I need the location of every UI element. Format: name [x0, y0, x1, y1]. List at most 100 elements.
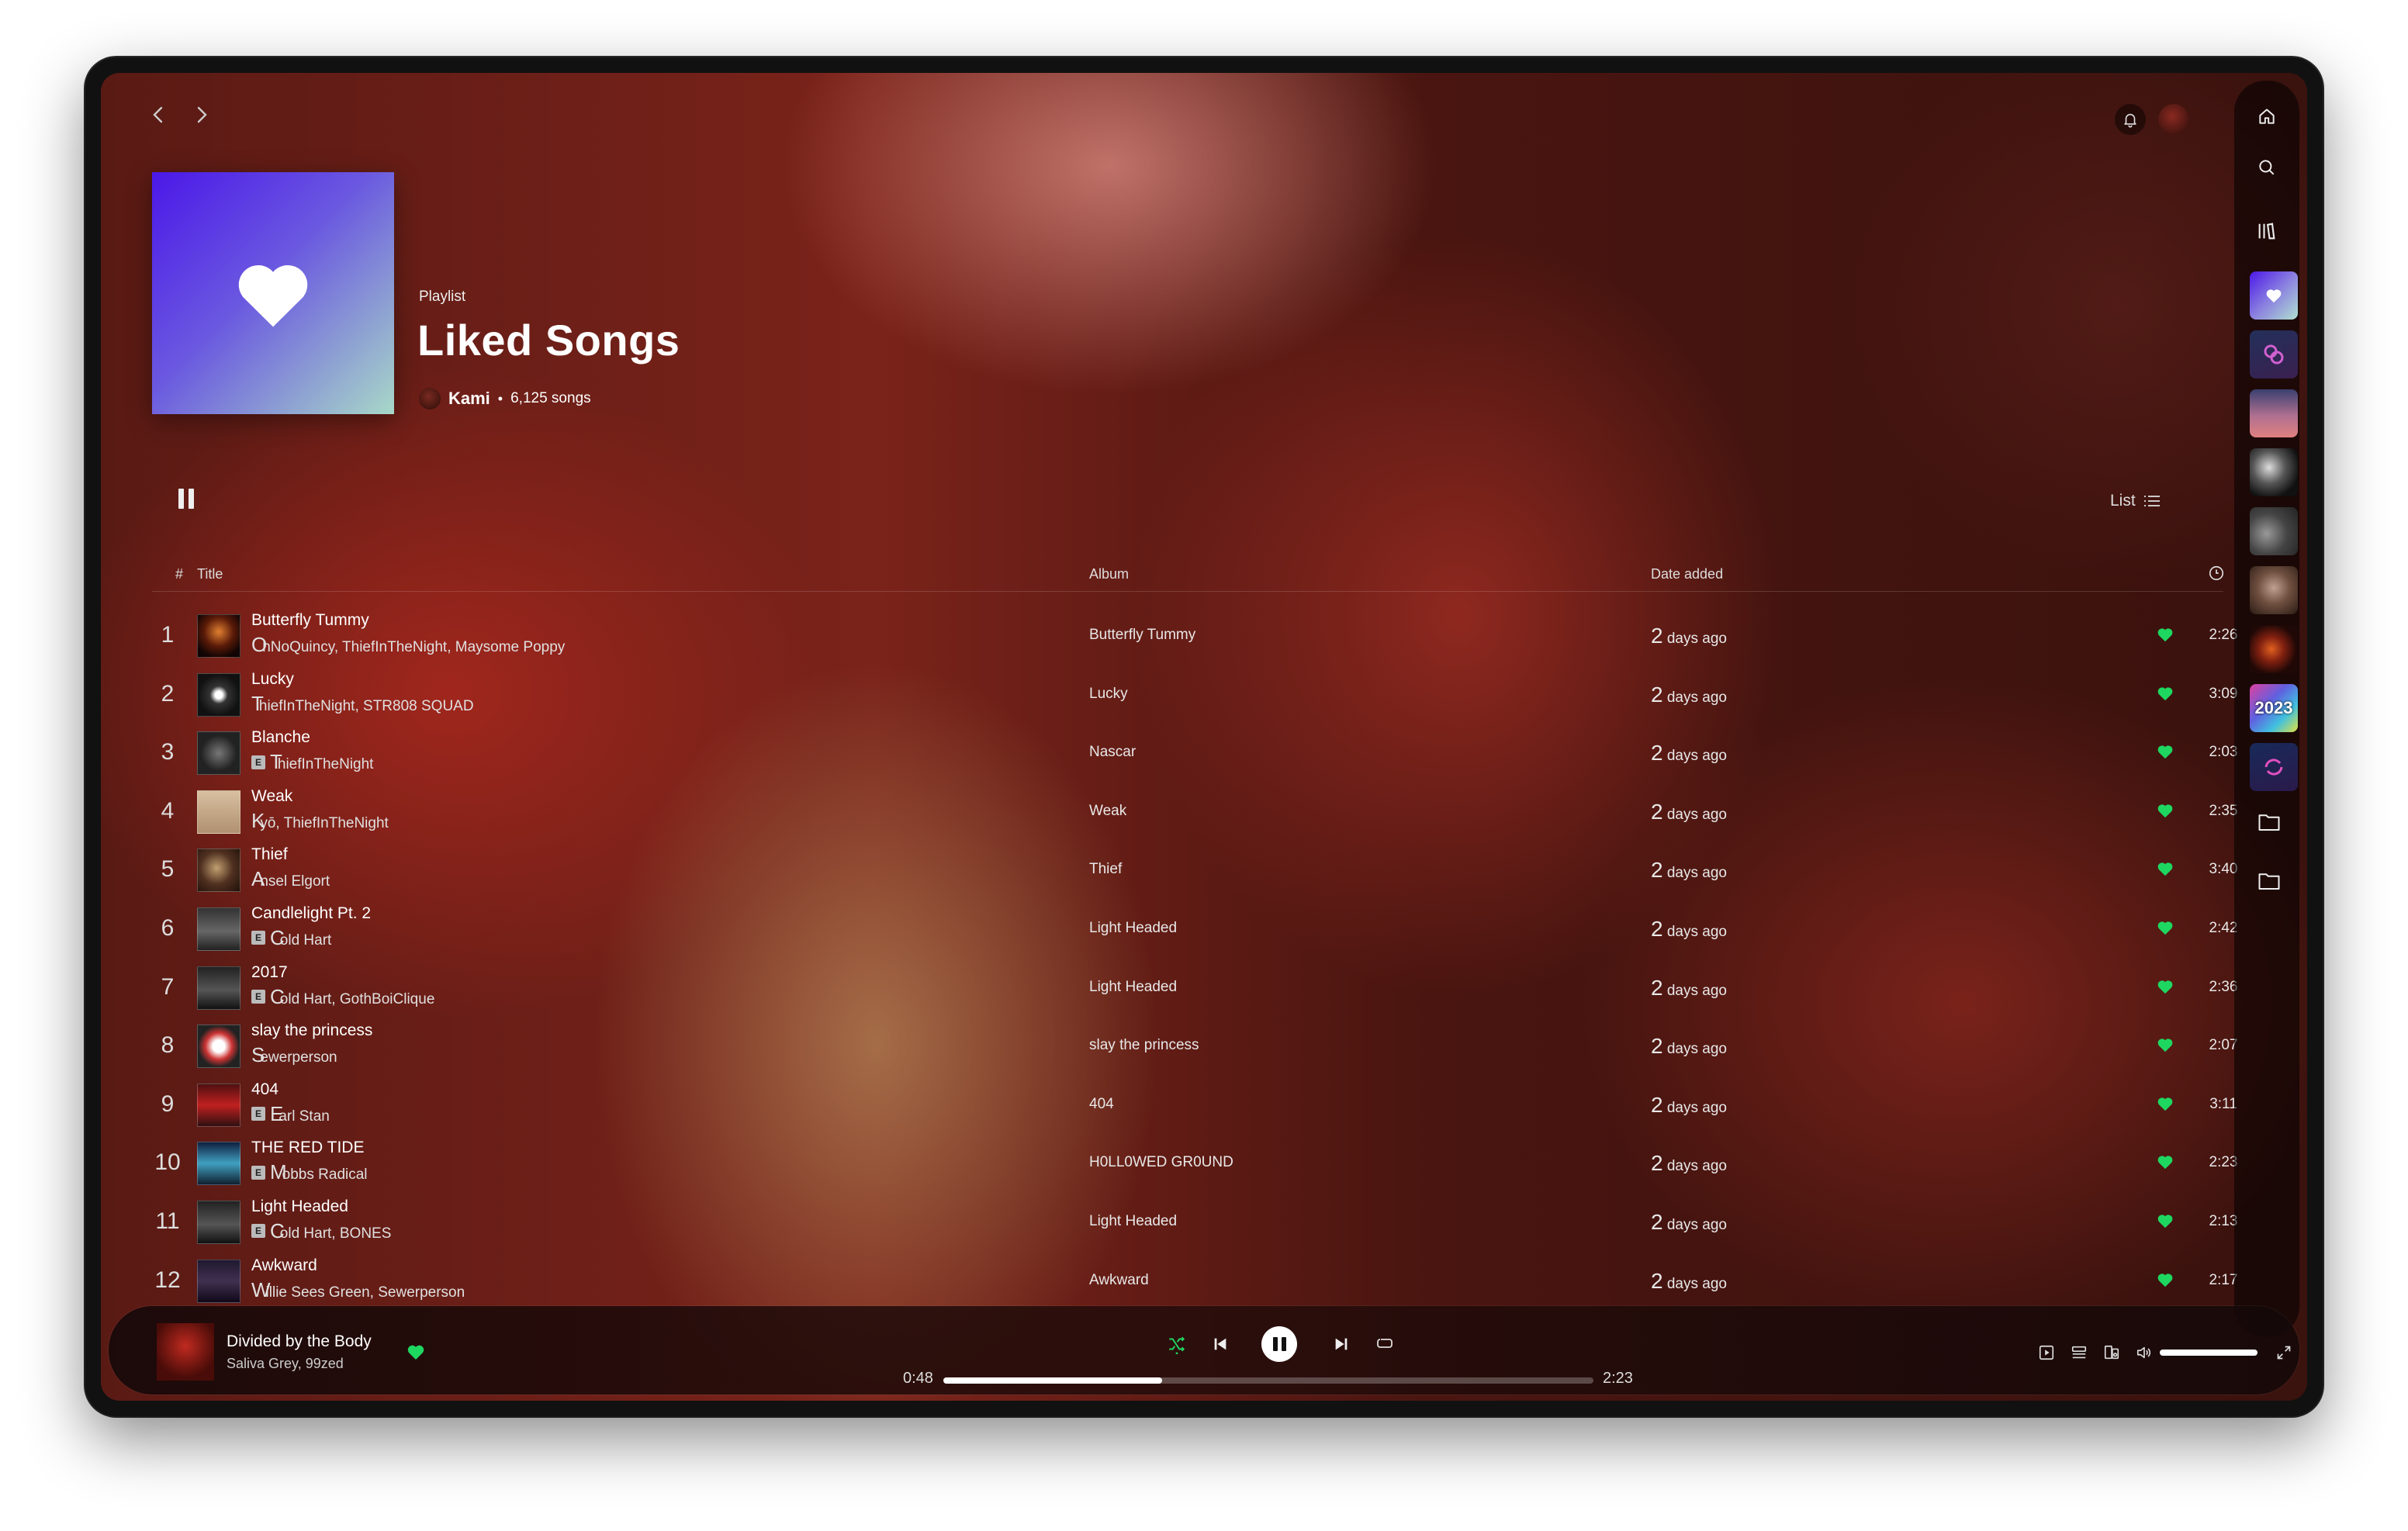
now-playing-cover[interactable] — [157, 1323, 214, 1381]
track-artists-text[interactable]: Ansel Elgort — [251, 867, 330, 891]
track-artists-text[interactable]: Sewerperson — [251, 1043, 337, 1067]
track-artists-text[interactable]: OhNoQuincy, ThiefInTheNight, Maysome Pop… — [251, 633, 565, 657]
track-album[interactable]: Thief — [1089, 861, 1122, 878]
shuffle-button[interactable] — [1164, 1331, 1190, 1357]
header-title[interactable]: Title — [197, 566, 223, 582]
forward-button[interactable] — [191, 104, 213, 126]
table-row[interactable]: 8 slay the princess Sewerperson slay the pr… — [152, 1017, 2237, 1076]
header-duration[interactable] — [2208, 565, 2225, 586]
track-album[interactable]: Light Headed — [1089, 979, 1177, 996]
track-artists-text[interactable]: Mobbs Radical — [270, 1160, 368, 1184]
queue-button[interactable] — [2068, 1342, 2090, 1363]
track-artists-text[interactable]: Kyō, ThiefInTheNight — [251, 809, 389, 833]
track-album[interactable]: Light Headed — [1089, 1213, 1177, 1230]
now-playing-artists[interactable]: Saliva Grey, 99zed — [227, 1356, 344, 1372]
track-artists-text[interactable]: Cold Hart, BONES — [270, 1219, 391, 1243]
track-album[interactable]: Awkward — [1089, 1272, 1149, 1289]
track-title[interactable]: 404 — [251, 1080, 279, 1099]
sidebar-liked-songs[interactable] — [2250, 271, 2298, 320]
table-row[interactable]: 5 Thief Ansel Elgort Thief 2 days ago 3:40 — [152, 841, 2237, 900]
track-album[interactable]: Light Headed — [1089, 920, 1177, 937]
track-title[interactable]: slay the princess — [251, 1021, 372, 1040]
sidebar-playlist-4[interactable] — [2250, 507, 2298, 555]
table-row[interactable]: 12 Awkward Willie Sees Green, Sewerperson A… — [152, 1252, 2237, 1311]
sidebar-playlist-3[interactable] — [2250, 448, 2298, 496]
sidebar-playlist-5[interactable] — [2250, 566, 2298, 614]
sidebar-folder-1[interactable] — [2255, 808, 2283, 836]
sidebar-playlist-repeat-rewind[interactable] — [2250, 743, 2298, 791]
sidebar-playlist-on-repeat[interactable] — [2250, 330, 2298, 378]
track-album[interactable]: Weak — [1089, 803, 1126, 820]
liked-heart-button[interactable] — [2157, 803, 2174, 818]
liked-heart-button[interactable] — [2157, 686, 2174, 701]
liked-heart-button[interactable] — [2157, 1272, 2174, 1287]
track-album[interactable]: Nascar — [1089, 744, 1136, 761]
table-row[interactable]: 7 2017 E Cold Hart, GothBoiClique Light Head… — [152, 959, 2237, 1018]
now-playing-title[interactable]: Divided by the Body — [227, 1332, 372, 1351]
table-row[interactable]: 2 Lucky ThiefInTheNight, STR808 SQUAD Lucky… — [152, 665, 2237, 724]
liked-heart-button[interactable] — [2157, 920, 2174, 935]
liked-heart-button[interactable] — [2157, 1096, 2174, 1111]
track-title[interactable]: Weak — [251, 787, 292, 806]
track-title[interactable]: Lucky — [251, 670, 294, 689]
fullscreen-button[interactable] — [2273, 1342, 2295, 1363]
progress-bar[interactable] — [943, 1377, 1593, 1384]
sidebar-playlist-6[interactable] — [2250, 625, 2298, 673]
profile-button[interactable] — [2158, 104, 2189, 135]
connect-device-button[interactable] — [2101, 1342, 2123, 1363]
previous-button[interactable] — [1207, 1331, 1233, 1357]
back-button[interactable] — [147, 104, 169, 126]
track-artists-text[interactable]: Willie Sees Green, Sewerperson — [251, 1278, 465, 1302]
track-album[interactable]: Lucky — [1089, 686, 1128, 703]
table-row[interactable]: 11 Light Headed E Cold Hart, BONES Light Hea… — [152, 1193, 2237, 1252]
mute-button[interactable] — [2133, 1342, 2155, 1363]
table-row[interactable]: 1 Butterfly Tummy OhNoQuincy, ThiefInTheNi… — [152, 607, 2237, 665]
track-artists-text[interactable]: Cold Hart, GothBoiClique — [270, 985, 434, 1009]
track-title[interactable]: Butterfly Tummy — [251, 611, 369, 630]
track-artists-text[interactable]: ThiefInTheNight — [270, 750, 373, 774]
now-playing-view-button[interactable] — [2036, 1342, 2057, 1363]
home-button[interactable] — [2253, 102, 2281, 130]
table-row[interactable]: 10 THE RED TIDE E Mobbs Radical H0LL0WED GR0… — [152, 1134, 2237, 1193]
liked-heart-button[interactable] — [2157, 861, 2174, 876]
table-row[interactable]: 9 404 E Earl Stan 404 2 days ago 3:11 — [152, 1076, 2237, 1135]
liked-heart-button[interactable] — [2157, 1213, 2174, 1229]
track-album[interactable]: Butterfly Tummy — [1089, 627, 1195, 644]
liked-heart-button[interactable] — [2157, 979, 2174, 994]
liked-heart-button[interactable] — [2157, 1154, 2174, 1170]
track-album[interactable]: H0LL0WED GR0UND — [1089, 1154, 1233, 1171]
track-album[interactable]: 404 — [1089, 1096, 1114, 1113]
track-title[interactable]: Awkward — [251, 1256, 317, 1275]
track-title[interactable]: THE RED TIDE — [251, 1139, 364, 1157]
track-title[interactable]: 2017 — [251, 963, 288, 982]
track-artists-text[interactable]: Cold Hart — [270, 926, 331, 950]
repeat-button[interactable] — [1372, 1331, 1398, 1357]
table-row[interactable]: 6 Candlelight Pt. 2 E Cold Hart Light Headed… — [152, 900, 2237, 959]
library-button[interactable] — [2253, 217, 2281, 245]
like-button[interactable] — [407, 1343, 425, 1360]
track-title[interactable]: Blanche — [251, 728, 310, 747]
play-pause-button[interactable] — [1261, 1326, 1297, 1362]
table-row[interactable]: 4 Weak Kyō, ThiefInTheNight Weak 2 days ago 2… — [152, 783, 2237, 842]
track-artists-text[interactable]: Earl Stan — [270, 1102, 330, 1126]
sidebar-playlist-wrapped[interactable]: 2023 — [2250, 684, 2298, 732]
table-row[interactable]: 3 Blanche E ThiefInTheNight Nascar 2 days ago… — [152, 724, 2237, 783]
track-title[interactable]: Candlelight Pt. 2 — [251, 904, 371, 923]
track-title[interactable]: Light Headed — [251, 1197, 348, 1216]
header-date-added[interactable]: Date added — [1651, 566, 1723, 582]
track-artists-text[interactable]: ThiefInTheNight, STR808 SQUAD — [251, 692, 474, 716]
playlist-pause-button[interactable] — [178, 489, 197, 510]
view-toggle[interactable]: List — [2110, 492, 2161, 510]
liked-heart-button[interactable] — [2157, 744, 2174, 759]
liked-heart-button[interactable] — [2157, 1037, 2174, 1052]
volume-slider[interactable] — [2160, 1350, 2258, 1356]
sidebar-folder-2[interactable] — [2255, 867, 2283, 895]
next-button[interactable] — [1328, 1331, 1354, 1357]
sidebar-playlist-discover-weekly[interactable] — [2250, 389, 2298, 437]
owner-name[interactable]: Kami — [448, 389, 490, 409]
liked-heart-button[interactable] — [2157, 627, 2174, 642]
notifications-button[interactable] — [2115, 104, 2146, 135]
search-button[interactable] — [2253, 154, 2281, 181]
track-album[interactable]: slay the princess — [1089, 1037, 1199, 1054]
track-title[interactable]: Thief — [251, 845, 288, 864]
